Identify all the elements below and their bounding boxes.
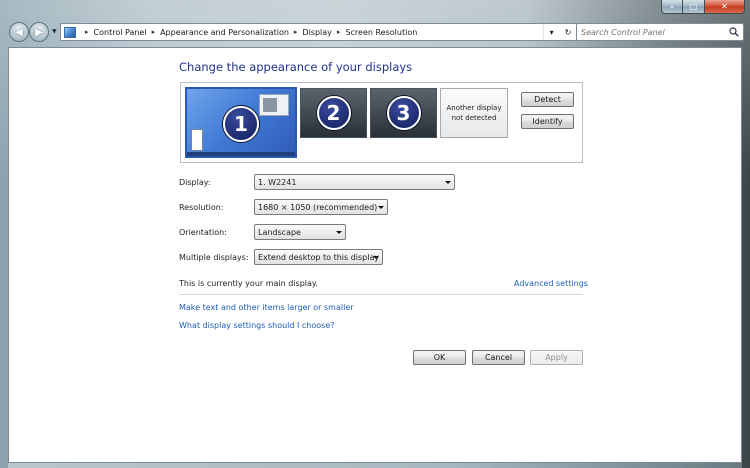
text-size-link[interactable]: Make text and other items larger or smal… [179, 303, 354, 312]
close-button[interactable]: ✕ [705, 0, 745, 14]
orientation-select[interactable]: Landscape [254, 224, 346, 240]
navigation-bar: ◀ ▶ ▼ ▸ Control Panel ▸ Appearance and P… [8, 20, 744, 44]
breadcrumb: Control Panel ▸ Appearance and Personali… [94, 28, 418, 37]
content-pane: Change the appearance of your displays 1… [8, 47, 742, 463]
monitor-not-detected[interactable]: Another display not detected [440, 88, 508, 138]
window-bottom-border [8, 463, 742, 468]
monitor-number-badge: 3 [386, 96, 421, 130]
control-panel-icon [64, 26, 76, 38]
multiple-displays-label: Multiple displays: [179, 253, 249, 262]
monitor-number-badge: 1 [223, 105, 259, 142]
divider [179, 294, 583, 295]
monitor-3[interactable]: 3 [370, 88, 437, 138]
chevron-down-icon [378, 206, 384, 209]
monitor-number-badge: 2 [316, 96, 351, 130]
resolution-select-value: 1680 × 1050 (recommended) [258, 202, 378, 212]
apply-button[interactable]: Apply [530, 350, 583, 365]
detect-button[interactable]: Detect [521, 92, 574, 107]
breadcrumb-screen-resolution[interactable]: Screen Resolution [345, 28, 417, 37]
cancel-button[interactable]: Cancel [472, 350, 525, 365]
breadcrumb-separator-icon[interactable]: ▸ [337, 28, 341, 36]
search-icon[interactable] [729, 27, 739, 37]
monitor-arrangement-panel: 1 2 3 Another display not detected Detec… [180, 82, 583, 163]
resolution-select[interactable]: 1680 × 1050 (recommended) [254, 199, 388, 215]
multiple-displays-select[interactable]: Extend desktop to this display [254, 249, 383, 265]
address-history-dropdown-icon[interactable]: ▾ [550, 28, 554, 37]
recent-pages-dropdown-icon[interactable]: ▼ [52, 28, 57, 35]
ok-button[interactable]: OK [413, 350, 466, 365]
address-bar[interactable]: ▸ Control Panel ▸ Appearance and Persona… [60, 23, 578, 41]
display-label: Display: [179, 178, 211, 187]
maximize-button[interactable]: □ [683, 0, 705, 14]
monitor-1[interactable]: 1 [185, 87, 297, 158]
chevron-down-icon [336, 231, 342, 234]
monitor-2[interactable]: 2 [300, 88, 367, 138]
resolution-label: Resolution: [179, 203, 224, 212]
advanced-settings-link[interactable]: Advanced settings [514, 279, 588, 288]
orientation-select-value: Landscape [258, 227, 301, 237]
search-box [576, 23, 744, 41]
orientation-label: Orientation: [179, 228, 227, 237]
breadcrumb-separator-icon[interactable]: ▸ [85, 28, 89, 36]
identify-button[interactable]: Identify [521, 114, 574, 129]
display-select[interactable]: 1. W2241 [254, 174, 455, 190]
main-display-note: This is currently your main display. [179, 279, 319, 288]
breadcrumb-display[interactable]: Display [302, 28, 332, 37]
desktop-preview-window-icon [259, 94, 289, 116]
multiple-displays-select-value: Extend desktop to this display [258, 252, 380, 262]
display-settings-help-link[interactable]: What display settings should I choose? [179, 321, 335, 330]
breadcrumb-separator-icon[interactable]: ▸ [294, 28, 298, 36]
page-title: Change the appearance of your displays [179, 60, 413, 74]
search-input[interactable] [581, 27, 721, 37]
breadcrumb-appearance[interactable]: Appearance and Personalization [160, 28, 289, 37]
desktop-preview-taskbar [187, 152, 295, 156]
forward-button[interactable]: ▶ [29, 22, 49, 42]
refresh-icon[interactable]: ↻ [565, 28, 572, 37]
chevron-down-icon [445, 181, 451, 184]
breadcrumb-control-panel[interactable]: Control Panel [94, 28, 147, 37]
back-button[interactable]: ◀ [9, 22, 29, 42]
window-controls: – □ ✕ [661, 0, 745, 14]
chevron-down-icon [373, 256, 379, 259]
desktop-preview-document-icon [191, 129, 203, 151]
address-bar-actions: ▾ ↻ [543, 24, 577, 40]
breadcrumb-separator-icon[interactable]: ▸ [152, 28, 156, 36]
display-select-value: 1. W2241 [258, 177, 297, 187]
minimize-button[interactable]: – [661, 0, 683, 14]
